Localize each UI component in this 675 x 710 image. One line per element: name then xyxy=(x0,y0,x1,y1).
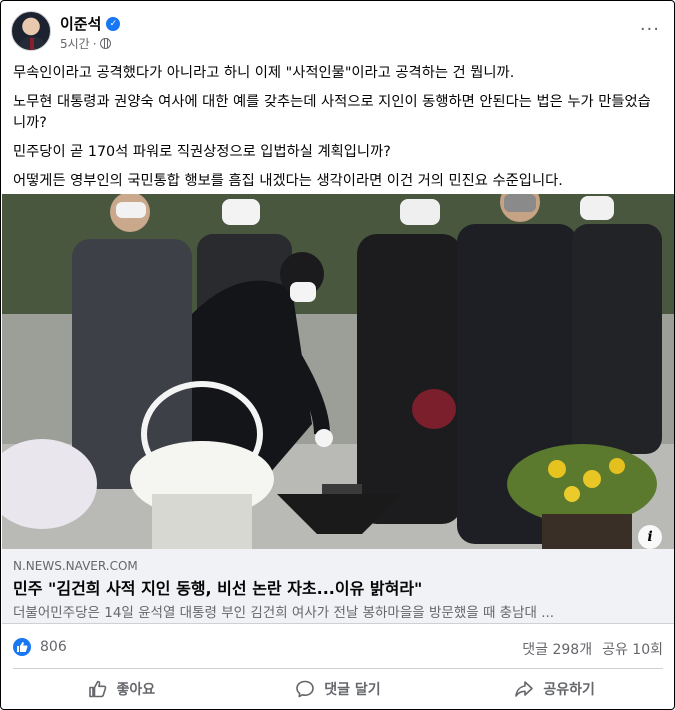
more-options-button[interactable]: ··· xyxy=(640,19,660,40)
link-headline[interactable]: 민주 "김건희 사적 지인 동행, 비선 논란 자초...이유 밝혀라" xyxy=(13,575,422,599)
thumbs-up-icon xyxy=(88,680,106,698)
person-center-woman xyxy=(357,199,462,524)
share-button-label: 공유하기 xyxy=(543,682,595,698)
post-header: 이준석 ✓ 5시간 · ··· xyxy=(11,11,666,55)
post-meta: 5시간 · xyxy=(60,35,111,52)
comment-button[interactable]: 댓글 달기 xyxy=(230,671,447,707)
info-icon[interactable]: i xyxy=(638,525,662,549)
verified-badge-icon: ✓ xyxy=(106,16,121,31)
post-timestamp[interactable]: 5시간 xyxy=(60,35,90,52)
link-description: 더불어민주당은 14일 윤석열 대통령 부인 김건희 여사가 전날 봉하마을을 … xyxy=(13,605,555,621)
person-far-right xyxy=(572,196,662,454)
facebook-post: 이준석 ✓ 5시간 · ··· 무속인이라고 공격했다가 아니라고 하니 이제 … xyxy=(0,0,675,710)
avatar-tie xyxy=(30,38,34,50)
like-button-label: 좋아요 xyxy=(116,682,156,698)
like-button[interactable]: 좋아요 xyxy=(13,671,230,707)
post-paragraph: 노무현 대통령과 권양숙 여사에 대한 예를 갖추는데 사적으로 지인이 동행하… xyxy=(13,94,651,131)
post-paragraph: 민주당이 곧 170석 파워로 직권상정으로 입법하실 계획입니까? xyxy=(13,144,391,160)
engagement-counts: 댓글 298개 공유 10회 xyxy=(522,639,663,659)
share-arrow-icon xyxy=(515,681,534,697)
actions-divider xyxy=(13,668,663,669)
meta-separator: · xyxy=(92,36,97,51)
reaction-counts: 806 댓글 298개 공유 10회 xyxy=(13,637,663,659)
link-preview[interactable]: N.NEWS.NAVER.COM 민주 "김건희 사적 지인 동행, 비선 논란… xyxy=(2,549,674,624)
post-actions: 좋아요 댓글 달기 공유하기 xyxy=(13,671,663,707)
like-count[interactable]: 806 xyxy=(40,639,67,655)
author-name[interactable]: 이준석 xyxy=(60,13,101,34)
post-paragraph: 어떻게든 영부인의 국민통합 행보를 흠집 내겠다는 생각이라면 이건 거의 민… xyxy=(13,173,563,189)
public-globe-icon[interactable] xyxy=(99,38,111,49)
like-reaction-icon[interactable] xyxy=(13,638,31,656)
memorial-scene-photo xyxy=(2,194,674,549)
comment-button-label: 댓글 달기 xyxy=(324,682,381,698)
author-name-row: 이준석 ✓ xyxy=(60,13,121,34)
author-avatar[interactable] xyxy=(11,11,51,51)
post-text: 무속인이라고 공격했다가 아니라고 하니 이제 "사적인물"이라고 공격하는 건… xyxy=(13,63,663,200)
share-count[interactable]: 공유 10회 xyxy=(602,639,663,659)
link-preview-image[interactable]: i xyxy=(2,194,674,549)
thumbs-up-icon xyxy=(17,642,28,652)
share-button[interactable]: 공유하기 xyxy=(446,671,663,707)
link-domain: N.NEWS.NAVER.COM xyxy=(13,559,138,573)
comment-bubble-icon xyxy=(296,680,315,698)
post-paragraph: 무속인이라고 공격했다가 아니라고 하니 이제 "사적인물"이라고 공격하는 건… xyxy=(13,65,515,81)
comment-count[interactable]: 댓글 298개 xyxy=(522,639,592,659)
